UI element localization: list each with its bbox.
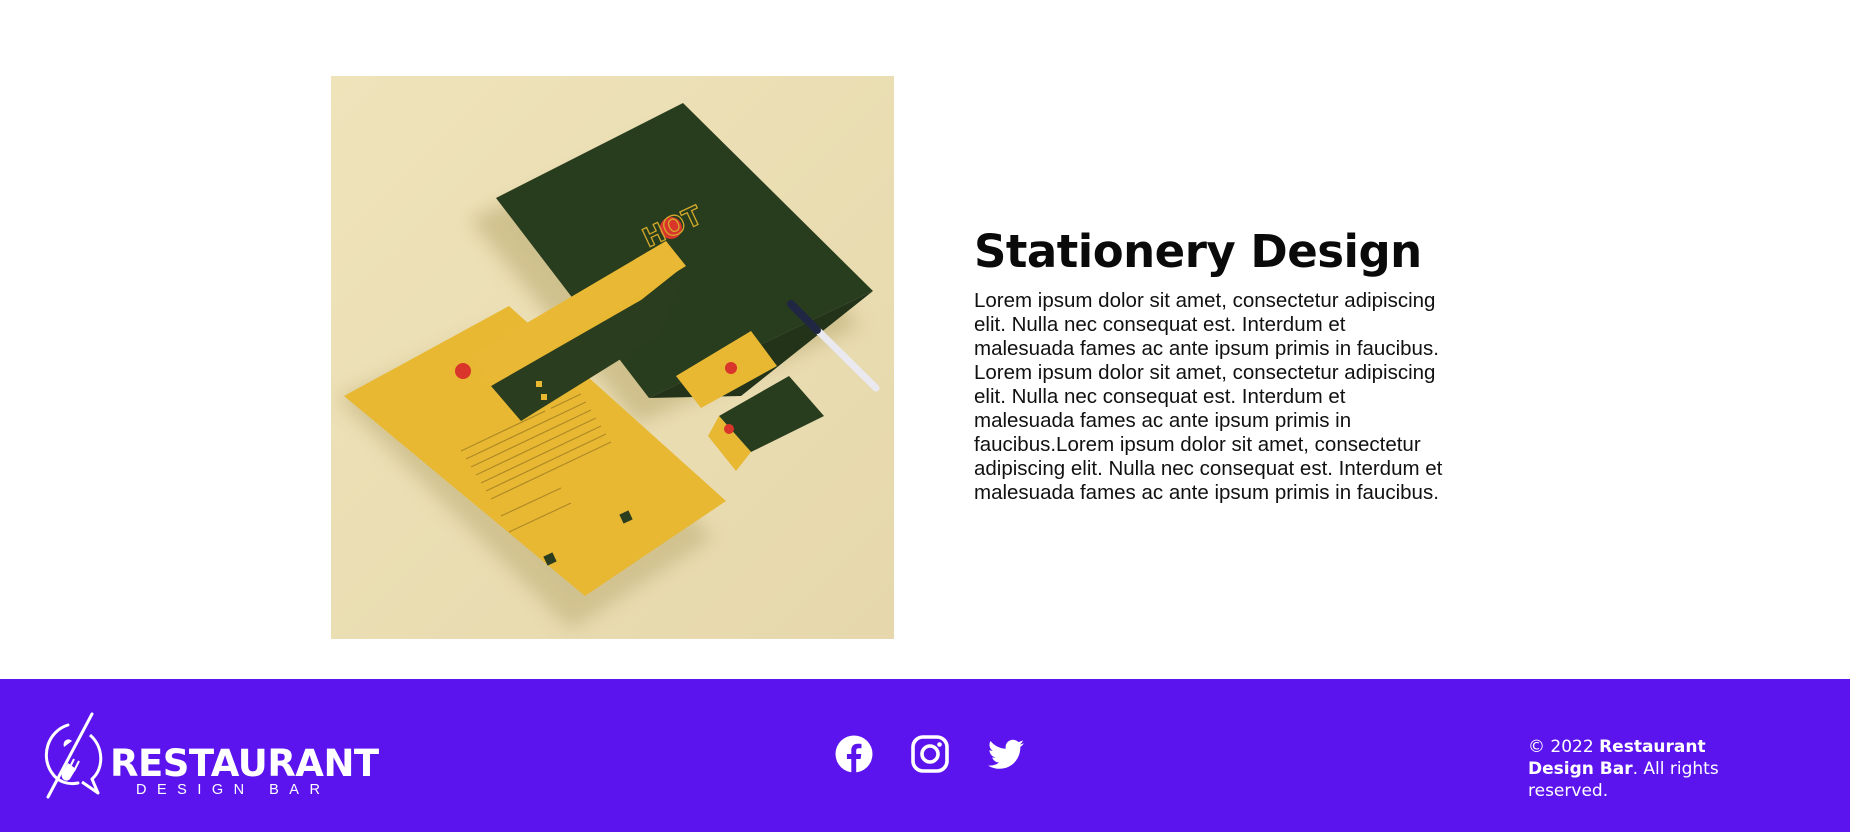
stationery-mockup-image: HOT: [331, 76, 894, 639]
logo-fork-icon: [44, 712, 103, 799]
logo-wordmark: RESTAURANT: [110, 742, 379, 785]
section-title: Stationery Design: [974, 225, 1422, 278]
section-text: Stationery Design Lorem ipsum dolor sit …: [974, 224, 1444, 505]
copyright-prefix: © 2022: [1528, 737, 1600, 757]
section-body: Lorem ipsum dolor sit amet, consectetur …: [974, 289, 1443, 504]
page: HOT Stationery Design Lorem ipsum dolor …: [0, 0, 1850, 832]
restaurant-logo[interactable]: RESTAURANT DESIGN BAR: [38, 711, 388, 801]
twitter-icon[interactable]: [986, 734, 1026, 774]
instagram-icon[interactable]: [910, 734, 950, 774]
facebook-icon[interactable]: [834, 734, 874, 774]
portfolio-section: HOT Stationery Design Lorem ipsum dolor …: [0, 0, 1850, 679]
copyright-text: © 2022 Restaurant Design Bar. All rights…: [1528, 736, 1768, 802]
footer: RESTAURANT DESIGN BAR © 2022 Restaurant …: [0, 679, 1850, 832]
logo-subtitle: DESIGN BAR: [136, 782, 331, 798]
social-links: [834, 734, 1026, 774]
